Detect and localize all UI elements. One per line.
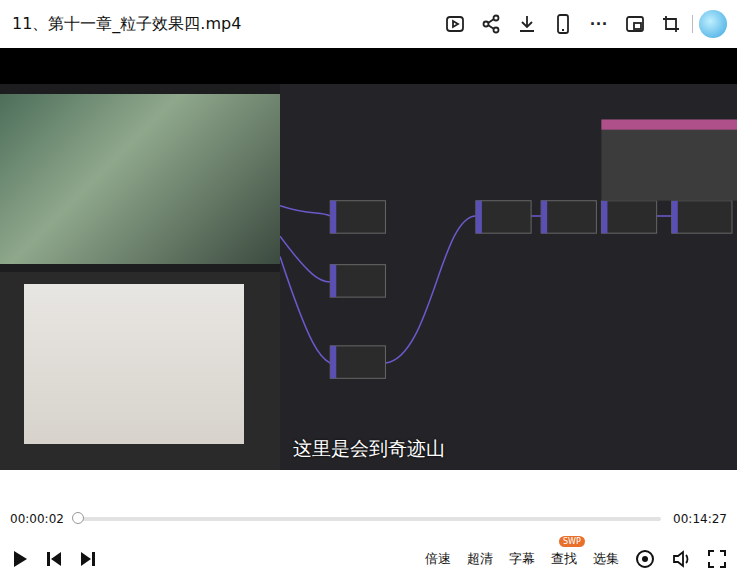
phone-button[interactable] bbox=[548, 11, 578, 37]
phone-icon bbox=[552, 13, 574, 35]
total-time: 00:14:27 bbox=[673, 512, 727, 526]
video-player: 11、第十一章_粒子效果四.mp4 ··· 这里是会到奇迹山 00:00:02 … bbox=[0, 0, 737, 574]
subtitle: 这里是会到奇迹山 bbox=[0, 436, 737, 462]
viewer-panel bbox=[0, 94, 280, 264]
control-button[interactable]: 字幕 bbox=[509, 550, 535, 568]
play-button[interactable] bbox=[10, 549, 30, 569]
share-icon bbox=[480, 13, 502, 35]
fullscreen-icon bbox=[707, 549, 727, 569]
previous-button[interactable] bbox=[44, 549, 64, 569]
next-icon bbox=[78, 549, 98, 569]
badge: SWP bbox=[559, 536, 585, 547]
progress-row: 00:00:02 00:14:27 bbox=[0, 494, 737, 544]
next-button[interactable] bbox=[78, 549, 98, 569]
control-button[interactable]: 超清 bbox=[467, 550, 493, 568]
open-app-icon bbox=[444, 13, 466, 35]
progress-track[interactable] bbox=[76, 517, 661, 521]
control-button[interactable]: 选集 bbox=[593, 550, 619, 568]
previous-icon bbox=[44, 549, 64, 569]
download-icon bbox=[516, 13, 538, 35]
pip-icon bbox=[624, 13, 646, 35]
fullscreen-button[interactable] bbox=[707, 549, 727, 569]
avatar-icon[interactable] bbox=[699, 10, 727, 38]
control-bar: 倍速 超清 字幕 查找 SWP 选集 bbox=[0, 544, 737, 574]
target-icon bbox=[635, 549, 655, 569]
control-button[interactable]: 查找 SWP bbox=[551, 550, 577, 568]
control-button[interactable]: 倍速 bbox=[425, 550, 451, 568]
camera-panel bbox=[0, 272, 280, 470]
open-app-button[interactable] bbox=[440, 11, 470, 37]
video-title: 11、第十一章_粒子效果四.mp4 bbox=[12, 14, 241, 35]
progress-knob[interactable] bbox=[72, 512, 84, 524]
video-area[interactable]: 这里是会到奇迹山 bbox=[0, 48, 737, 470]
node-graph bbox=[280, 84, 737, 470]
volume-button[interactable] bbox=[671, 549, 691, 569]
pip-button[interactable] bbox=[620, 11, 650, 37]
download-button[interactable] bbox=[512, 11, 542, 37]
volume-icon bbox=[671, 549, 691, 569]
focus-button[interactable] bbox=[635, 549, 655, 569]
crop-button[interactable] bbox=[656, 11, 686, 37]
separator bbox=[692, 15, 693, 33]
play-icon bbox=[10, 549, 30, 569]
more-button[interactable]: ··· bbox=[584, 12, 614, 37]
video-frame bbox=[0, 84, 737, 470]
crop-icon bbox=[660, 13, 682, 35]
current-time: 00:00:02 bbox=[10, 512, 64, 526]
share-button[interactable] bbox=[476, 11, 506, 37]
title-bar: 11、第十一章_粒子效果四.mp4 ··· bbox=[0, 0, 737, 48]
